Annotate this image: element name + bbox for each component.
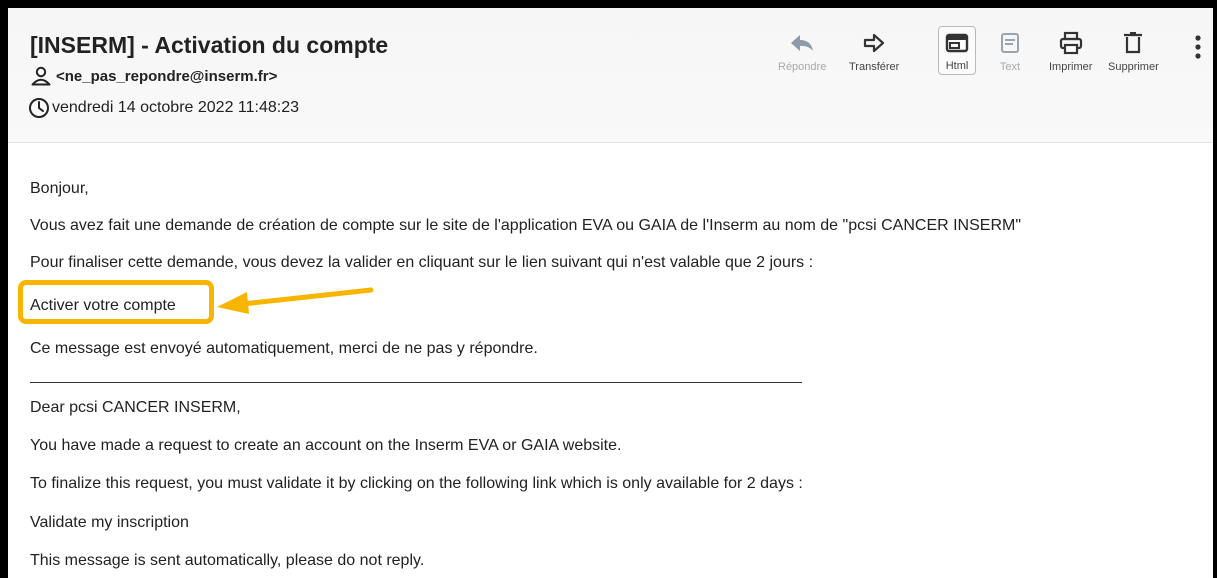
paragraph-en-2: To finalize this request, you must valid…	[30, 475, 803, 492]
validate-inscription-link[interactable]: Validate my inscription	[30, 514, 189, 532]
email-viewer: [INSERM] - Activation du compte <ne_pas_…	[0, 0, 1217, 578]
html-view-button[interactable]: Html	[938, 26, 976, 75]
email-date: vendredi 14 octobre 2022 11:48:23	[52, 99, 300, 116]
greeting-fr: Bonjour,	[30, 180, 89, 197]
paragraph-fr-2: Pour finaliser cette demande, vous devez…	[30, 254, 814, 271]
delete-button[interactable]: Supprimer	[1108, 30, 1159, 73]
text-view-button[interactable]: Text	[999, 30, 1021, 73]
auto-message-fr: Ce message est envoyé automatiquement, m…	[30, 340, 538, 357]
annotation-arrow-icon	[213, 278, 383, 323]
date-row: vendredi 14 octobre 2022 11:48:23	[28, 97, 299, 119]
paragraph-en-1: You have made a request to create an acc…	[30, 437, 622, 454]
user-icon	[30, 66, 52, 86]
printer-icon	[1058, 30, 1084, 56]
greeting-en: Dear pcsi CANCER INSERM,	[30, 399, 241, 416]
email-subject: [INSERM] - Activation du compte	[30, 32, 389, 58]
html-view-icon	[945, 30, 969, 56]
reply-arrow-icon	[788, 30, 816, 56]
sender-row: <ne_pas_repondre@inserm.fr>	[30, 66, 277, 86]
print-button[interactable]: Imprimer	[1049, 30, 1092, 73]
text-view-icon	[999, 30, 1021, 56]
clock-icon	[28, 97, 50, 119]
forward-button[interactable]: Transférer	[849, 30, 899, 73]
auto-message-en: This message is sent automatically, plea…	[30, 552, 425, 569]
forward-arrow-icon	[862, 30, 886, 56]
reply-button[interactable]: Répondre	[778, 30, 826, 73]
more-vertical-icon	[1194, 35, 1202, 64]
annotation-highlight-box	[18, 280, 214, 324]
divider	[30, 382, 802, 383]
more-options-button[interactable]	[1194, 34, 1202, 65]
paragraph-fr-1: Vous avez fait une demande de création d…	[30, 217, 1022, 234]
trash-icon	[1122, 30, 1144, 56]
email-header: [INSERM] - Activation du compte <ne_pas_…	[8, 8, 1213, 143]
sender-address[interactable]: <ne_pas_repondre@inserm.fr>	[56, 68, 277, 85]
